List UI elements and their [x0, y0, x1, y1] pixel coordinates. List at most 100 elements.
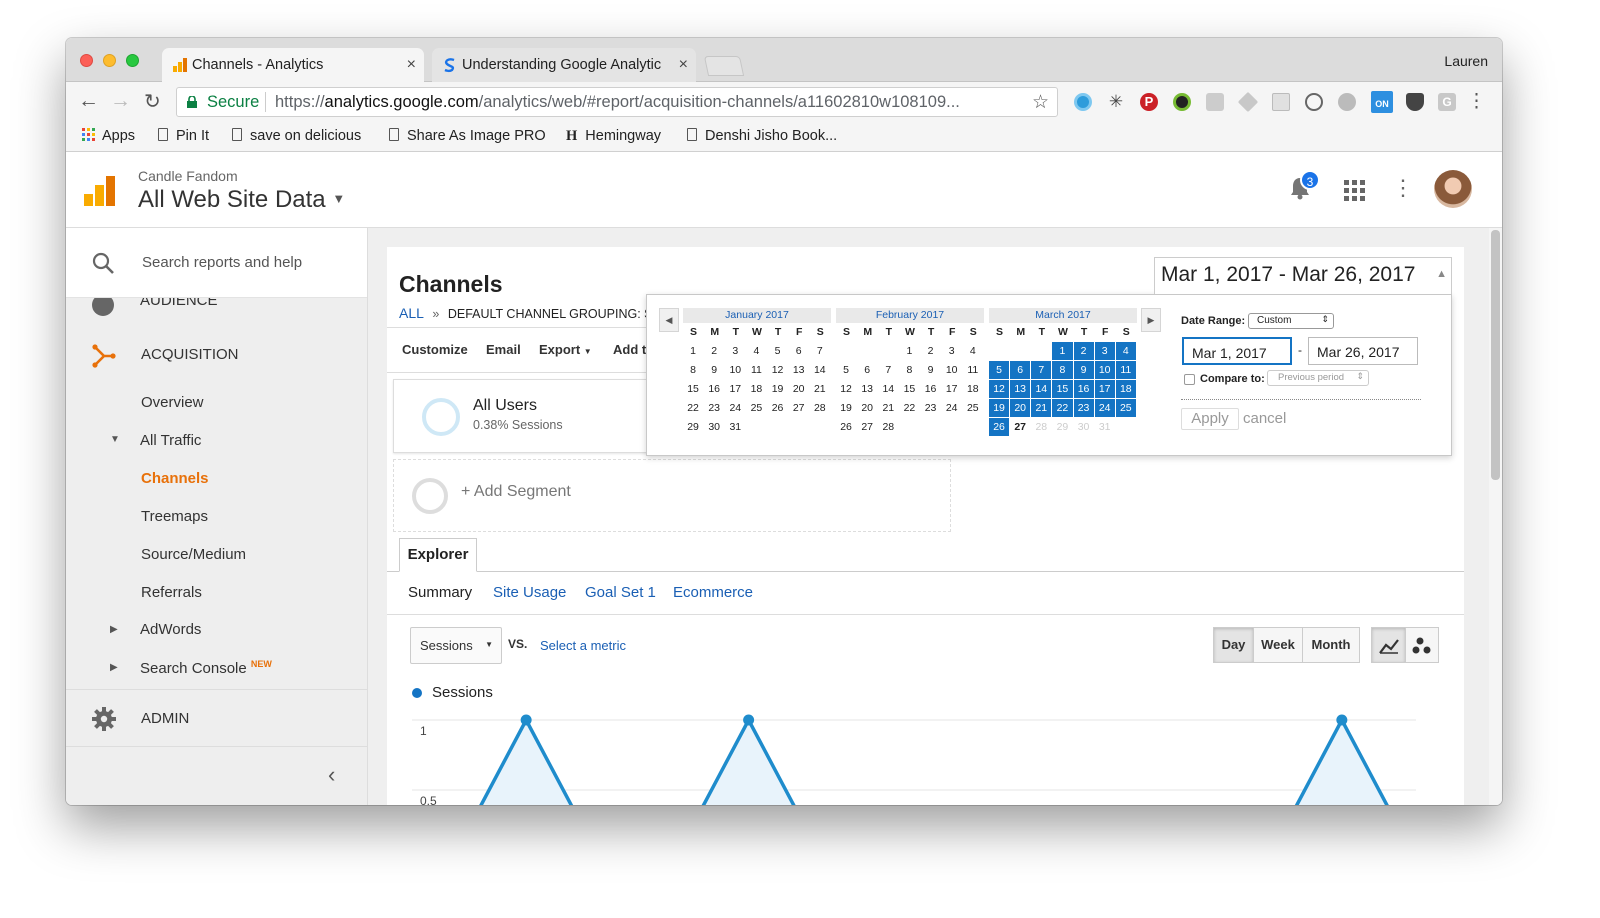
calendar-day[interactable]: 25	[1115, 399, 1137, 418]
calendar-day[interactable]: 24	[725, 399, 747, 418]
calendar-day[interactable]: 31	[725, 418, 747, 437]
day-button[interactable]: Day	[1213, 627, 1254, 663]
extension-1-icon[interactable]	[1074, 93, 1092, 111]
calendar-day[interactable]: 10	[725, 361, 747, 380]
calendar-day[interactable]: 13	[1010, 380, 1032, 399]
extension-box-icon[interactable]	[1272, 93, 1290, 111]
subtab-goal-set-1[interactable]: Goal Set 1	[585, 584, 656, 601]
end-date-input[interactable]: Mar 26, 2017	[1308, 337, 1418, 365]
calendar-day[interactable]: 2	[1073, 342, 1095, 361]
export-button[interactable]: Export ▼	[539, 342, 592, 357]
calendar-day[interactable]: 17	[941, 380, 963, 399]
calendar-day[interactable]: 16	[704, 380, 726, 399]
calendar-day[interactable]: 12	[836, 380, 858, 399]
calendar-day[interactable]: 14	[1031, 380, 1053, 399]
profile-name[interactable]: Lauren	[1444, 53, 1488, 69]
calendar-day[interactable]: 13	[788, 361, 810, 380]
calendar-day[interactable]: 28	[1031, 418, 1053, 437]
subtab-summary[interactable]: Summary	[408, 584, 472, 601]
calendar-day[interactable]: 24	[941, 399, 963, 418]
calendar-day[interactable]: 15	[683, 380, 705, 399]
month-button[interactable]: Month	[1302, 627, 1360, 663]
calendar-day[interactable]: 6	[1010, 361, 1032, 380]
calendar-day[interactable]: 11	[746, 361, 768, 380]
calendar-day[interactable]: 29	[683, 418, 705, 437]
calendar-day[interactable]: 26	[767, 399, 789, 418]
more-options-icon[interactable]: ⋮	[1392, 175, 1414, 201]
calendar-day[interactable]: 11	[1115, 361, 1137, 380]
extension-bug-icon[interactable]: ✳	[1107, 93, 1125, 111]
calendar-day[interactable]: 5	[767, 342, 789, 361]
calendar-day[interactable]: 25	[962, 399, 984, 418]
calendar-day[interactable]: 9	[920, 361, 942, 380]
calendar-day[interactable]: 28	[878, 418, 900, 437]
scrollbar[interactable]	[1489, 228, 1502, 805]
nav-adwords[interactable]: AdWords	[140, 621, 201, 638]
nav-all-traffic[interactable]: All Traffic	[140, 432, 201, 449]
calendar-day[interactable]: 27	[1010, 418, 1032, 437]
extension-refresh-icon[interactable]	[1305, 93, 1323, 111]
subtab-site-usage[interactable]: Site Usage	[493, 584, 566, 601]
calendar-day[interactable]: 2	[920, 342, 942, 361]
calendar-day[interactable]: 15	[899, 380, 921, 399]
nav-channels[interactable]: Channels	[141, 470, 209, 487]
date-range-select[interactable]: Custom ⇕	[1248, 313, 1334, 329]
calendar-day[interactable]: 12	[989, 380, 1011, 399]
collapse-sidebar-icon[interactable]: ‹	[328, 762, 335, 788]
maximize-window-button[interactable]	[126, 54, 139, 67]
extension-circle-icon[interactable]	[1338, 93, 1356, 111]
calendar-day[interactable]: 6	[857, 361, 879, 380]
reload-icon[interactable]: ↻	[144, 89, 161, 114]
calendar-day[interactable]: 9	[1073, 361, 1095, 380]
bookmark-apps[interactable]: Apps	[82, 128, 135, 144]
date-range-button[interactable]: Mar 1, 2017 - Mar 26, 2017 ▲	[1154, 257, 1452, 294]
calendar-day[interactable]: 16	[1073, 380, 1095, 399]
tab-understanding-ga[interactable]: Understanding Google Analytic ×	[432, 48, 696, 82]
calendar-day[interactable]: 2	[704, 342, 726, 361]
calendar-day[interactable]: 8	[683, 361, 705, 380]
close-tab-icon[interactable]: ×	[407, 56, 416, 74]
calendar-day[interactable]: 14	[878, 380, 900, 399]
extension-g-icon[interactable]: G	[1438, 93, 1456, 111]
calendar-day[interactable]: 4	[746, 342, 768, 361]
nav-treemaps[interactable]: Treemaps	[141, 508, 208, 525]
calendar-day[interactable]: 19	[989, 399, 1011, 418]
calendar-day[interactable]: 30	[704, 418, 726, 437]
close-window-button[interactable]	[80, 54, 93, 67]
nav-acquisition[interactable]: ACQUISITION	[141, 346, 239, 363]
customize-button[interactable]: Customize	[402, 342, 468, 357]
calendar-day[interactable]: 9	[704, 361, 726, 380]
calendar-day[interactable]: 18	[746, 380, 768, 399]
calendar-day[interactable]: 17	[725, 380, 747, 399]
cancel-link[interactable]: cancel	[1243, 410, 1286, 427]
prev-month-button[interactable]: ◀	[659, 308, 679, 332]
browser-menu-icon[interactable]: ⋮	[1467, 90, 1486, 113]
calendar-day[interactable]: 28	[809, 399, 831, 418]
calendar-day[interactable]: 4	[1115, 342, 1137, 361]
calendar-day[interactable]: 4	[962, 342, 984, 361]
calendar-day[interactable]: 5	[989, 361, 1011, 380]
email-button[interactable]: Email	[486, 342, 521, 357]
bookmark-hemingway[interactable]: H Hemingway	[566, 128, 661, 145]
extension-on-icon[interactable]: ON	[1371, 91, 1393, 113]
calendar-day[interactable]: 7	[1031, 361, 1053, 380]
apps-icon[interactable]	[1344, 180, 1365, 201]
motion-chart-button[interactable]	[1405, 627, 1439, 663]
calendar-day[interactable]: 3	[725, 342, 747, 361]
calendar-day[interactable]: 27	[788, 399, 810, 418]
calendar-day[interactable]: 26	[989, 418, 1011, 437]
bookmark-denshi-jisho[interactable]: Denshi Jisho Book...	[687, 128, 837, 144]
bookmark-pin-it[interactable]: Pin It	[158, 128, 209, 144]
notifications-button[interactable]: 3	[1290, 170, 1320, 205]
calendar-day[interactable]: 29	[1052, 418, 1074, 437]
calendar-day[interactable]: 20	[1010, 399, 1032, 418]
calendar-day[interactable]: 22	[683, 399, 705, 418]
calendar-day[interactable]: 24	[1094, 399, 1116, 418]
breadcrumb-all[interactable]: ALL	[399, 305, 424, 321]
extension-shield-icon[interactable]	[1406, 93, 1424, 111]
calendar-day[interactable]: 22	[1052, 399, 1074, 418]
calendar-day[interactable]: 16	[920, 380, 942, 399]
next-month-button[interactable]: ▶	[1141, 308, 1161, 332]
drive-icon[interactable]	[1237, 91, 1259, 113]
calendar-day[interactable]: 15	[1052, 380, 1074, 399]
